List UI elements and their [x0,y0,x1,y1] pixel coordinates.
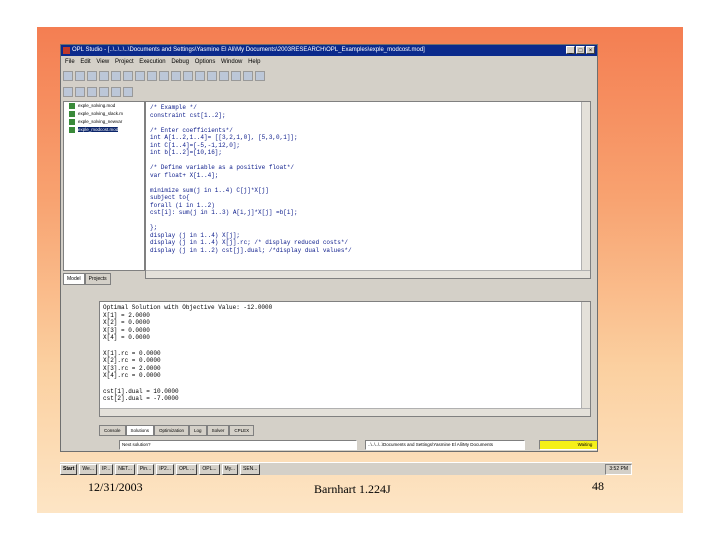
window-buttons: _ □ × [566,46,595,54]
tab-console[interactable]: Console [99,425,126,436]
editor-horizontal-scrollbar[interactable] [146,270,590,278]
output-text: Optimal Solution with Objective Value: -… [103,304,273,403]
add-file-icon[interactable] [75,87,85,97]
menu-debug[interactable]: Debug [171,59,189,65]
close-button[interactable]: × [586,46,595,54]
debug-icon[interactable] [219,71,229,81]
tab-projects[interactable]: Projects [84,273,111,285]
minimize-button[interactable]: _ [566,46,575,54]
undo-icon[interactable] [147,71,157,81]
print-icon[interactable] [99,71,109,81]
app-icon [63,47,70,54]
menu-bar: File Edit View Project Execution Debug O… [61,57,597,68]
new-file-icon[interactable] [63,71,73,81]
tree-item-label: exple_solving_newvar [78,119,123,124]
system-clock[interactable]: 3:52 PM [605,464,632,475]
tree-item-label: exple_solving.mod [78,103,116,108]
copy-icon[interactable] [123,71,133,81]
model-file-icon [69,103,75,109]
opl-studio-window: OPL Studio - [..\..\..\..\Documents and … [60,44,598,452]
windows-taskbar: Start We... IP... NET... Pin... IP2... O… [60,462,632,475]
project-icon[interactable] [63,87,73,97]
footer-page-number: 48 [592,479,604,493]
cut-icon[interactable] [111,71,121,81]
paste-icon[interactable] [135,71,145,81]
stop-icon[interactable] [195,71,205,81]
taskbar-item-active[interactable]: OPL ... [175,464,198,475]
menu-project[interactable]: Project [115,59,134,65]
tree-item-label: exple_solving_slack.m [78,111,124,116]
maximize-button[interactable]: □ [576,46,585,54]
start-button[interactable]: Start [60,464,78,475]
tree-item-selected[interactable]: exple_modcost.mod [64,126,144,134]
taskbar-item[interactable]: Pin... [136,464,155,475]
tree-item[interactable]: exple_solving_slack.m [64,110,144,118]
editor-text: /* Example */ constraint cst[1..2]; /* E… [150,104,352,254]
taskbar-item[interactable]: NET... [115,464,135,475]
footer-date: 12/31/2003 [88,480,143,494]
execute-icon[interactable] [123,87,133,97]
taskbar-item[interactable]: OPL... [199,464,220,475]
code-editor[interactable]: /* Example */ constraint cst[1..2]; /* E… [145,101,591,279]
output-tabs: Console Solutions Optimization Log Solve… [99,425,255,436]
project-tree: exple_solving.mod exple_solving_slack.m … [63,101,145,271]
tab-solver[interactable]: Solver [206,425,230,436]
redo-icon[interactable] [159,71,169,81]
find-icon[interactable] [171,71,181,81]
help-icon[interactable] [243,71,253,81]
taskbar-item[interactable]: We... [79,464,97,475]
open-folder-icon[interactable] [75,71,85,81]
project-toolbar [63,85,263,99]
run-icon[interactable] [183,71,193,81]
menu-edit[interactable]: Edit [80,59,90,65]
window-title: OPL Studio - [..\..\..\..\Documents and … [72,47,425,53]
footer-author: Barnhart 1.224J [314,482,391,496]
tree-item[interactable]: exple_solving.mod [64,102,144,110]
tab-cplex[interactable]: CPLEX [229,425,255,436]
taskbar-item[interactable]: SEN... [240,464,261,475]
taskbar-item[interactable]: IP2... [156,464,174,475]
tree-item-label: exple_modcost.mod [78,127,119,132]
tree-tabs: Model Projects [63,273,143,285]
cancel-icon[interactable] [255,71,265,81]
editor-vertical-scrollbar[interactable] [581,102,590,270]
output-horizontal-scrollbar[interactable] [100,408,590,416]
menu-options[interactable]: Options [195,59,216,65]
browse-icon[interactable] [231,71,241,81]
status-bar: Next solution? ..\..\..\..\Documents and… [61,439,597,451]
menu-file[interactable]: File [65,59,75,65]
taskbar-item[interactable]: My... [221,464,238,475]
solution-output: Optimal Solution with Objective Value: -… [99,301,591,417]
output-vertical-scrollbar[interactable] [581,302,590,408]
build-icon[interactable] [111,87,121,97]
step-icon[interactable] [207,71,217,81]
title-bar[interactable]: OPL Studio - [..\..\..\..\Documents and … [61,45,597,56]
status-state: Waiting [539,440,597,450]
tab-log[interactable]: Log [189,425,207,436]
menu-execution[interactable]: Execution [139,59,165,65]
menu-view[interactable]: View [96,59,109,65]
status-message: Next solution? [119,440,357,450]
status-path: ..\..\..\..\Documents and Settings\Yasmi… [365,440,525,450]
menu-window[interactable]: Window [221,59,242,65]
taskbar-item[interactable]: IP... [98,464,114,475]
remove-file-icon[interactable] [87,87,97,97]
model-file-icon [69,111,75,117]
model-file-icon [69,119,75,125]
tab-optimization[interactable]: Optimization [154,425,190,436]
model-file-icon [69,127,75,133]
tab-model[interactable]: Model [63,273,85,285]
properties-icon[interactable] [99,87,109,97]
tab-solutions[interactable]: Solutions [125,425,155,436]
tree-item[interactable]: exple_solving_newvar [64,118,144,126]
menu-help[interactable]: Help [248,59,260,65]
save-icon[interactable] [87,71,97,81]
main-toolbar [63,69,593,83]
